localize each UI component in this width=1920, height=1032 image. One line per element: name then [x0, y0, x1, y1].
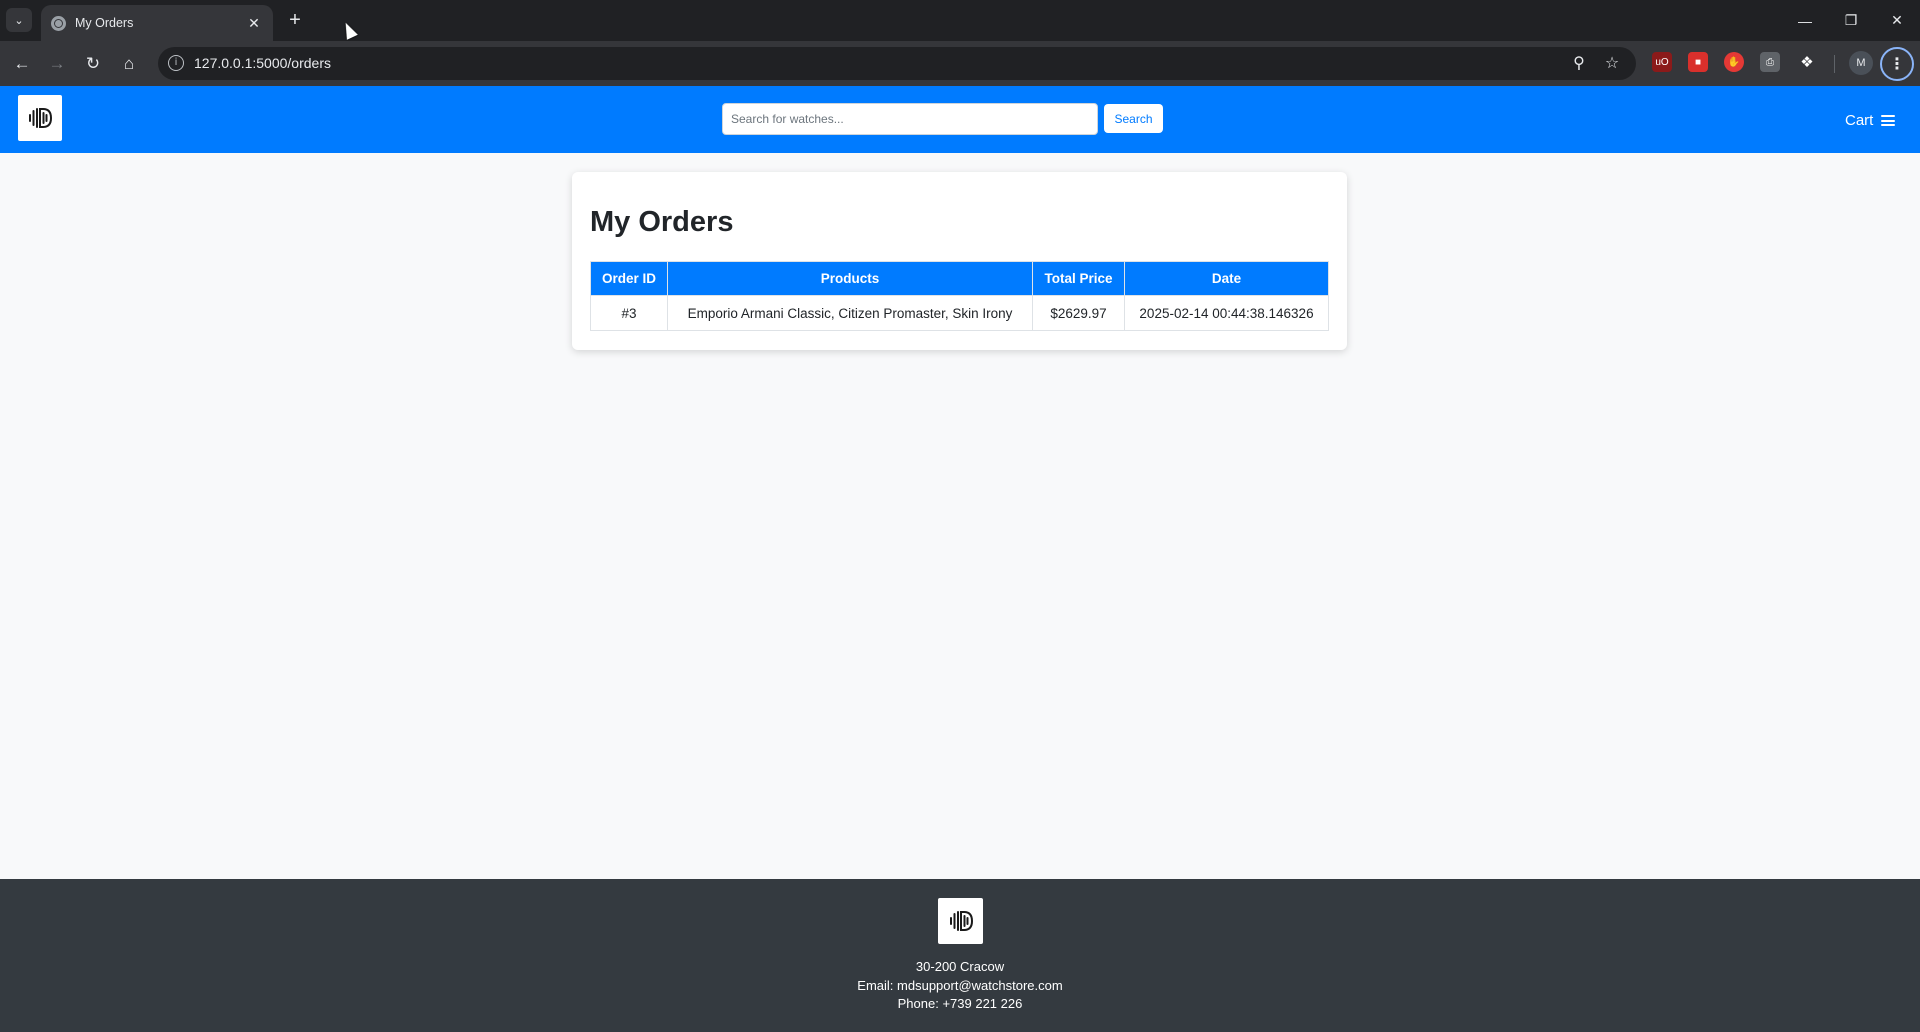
- table-header-row: Order ID Products Total Price Date: [590, 261, 1329, 296]
- footer-phone: Phone: +739 221 226: [897, 996, 1023, 1011]
- globe-icon: [51, 15, 66, 31]
- address-url[interactable]: 127.0.0.1:5000/orders: [194, 55, 331, 71]
- column-header-products: Products: [667, 261, 1033, 296]
- window-controls: — ❐ ✕: [1782, 0, 1920, 41]
- address-bar[interactable]: i 127.0.0.1:5000/orders ⚲ ☆: [158, 47, 1636, 80]
- footer-logo: [938, 898, 983, 944]
- site-footer: 30-200 Cracow Email: mdsupport@watchstor…: [0, 879, 1920, 1032]
- logo-mark-icon: [949, 911, 973, 931]
- reload-icon[interactable]: ↻: [78, 49, 108, 79]
- footer-address: 30-200 Cracow: [915, 959, 1005, 974]
- footer-contact: 30-200 Cracow Email: mdsupport@watchstor…: [0, 958, 1920, 1014]
- chevron-down-icon: ⌄: [14, 14, 24, 27]
- printer-extension-icon[interactable]: ⎙: [1760, 52, 1780, 72]
- browser-tab-active[interactable]: My Orders ✕: [41, 5, 273, 41]
- products-cell: Emporio Armani Classic, Citizen Promaste…: [667, 295, 1033, 331]
- site-info-icon[interactable]: i: [168, 55, 184, 71]
- toolbar-divider: [1834, 55, 1835, 73]
- profile-avatar[interactable]: M: [1849, 51, 1873, 75]
- puzzle-extensions-icon[interactable]: ❖: [1797, 52, 1817, 72]
- page-title: My Orders: [590, 206, 734, 238]
- tab-title: My Orders: [75, 16, 134, 30]
- tab-search-button[interactable]: ⌄: [6, 8, 32, 32]
- browser-menu-icon[interactable]: ⋮: [1880, 47, 1914, 81]
- ublock-extension-icon[interactable]: uO: [1652, 52, 1672, 72]
- home-icon[interactable]: ⌂: [114, 49, 144, 79]
- order-id-cell: #3: [590, 295, 668, 331]
- close-tab-icon[interactable]: ✕: [245, 15, 263, 32]
- new-tab-button[interactable]: +: [282, 8, 308, 32]
- close-window-icon[interactable]: ✕: [1874, 0, 1920, 41]
- column-header-date: Date: [1124, 261, 1329, 296]
- browser-toolbar: ← → ↻ ⌂ i 127.0.0.1:5000/orders ⚲ ☆ uO ■…: [0, 41, 1920, 86]
- orders-table: Order ID Products Total Price Date #3 Em…: [590, 261, 1329, 331]
- logo-mark-icon: [29, 108, 53, 128]
- cart-label: Cart: [1845, 112, 1874, 129]
- hamburger-menu-icon: [1881, 115, 1896, 126]
- back-arrow-icon[interactable]: ←: [7, 49, 37, 79]
- cart-menu-button[interactable]: Cart: [1845, 112, 1896, 129]
- site-logo[interactable]: [18, 95, 62, 141]
- column-header-total-price: Total Price: [1032, 261, 1125, 296]
- total-price-cell: $2629.97: [1032, 295, 1125, 331]
- search-input[interactable]: [722, 103, 1098, 135]
- column-header-order-id: Order ID: [590, 261, 668, 296]
- browser-tabstrip: ⌄ My Orders ✕ + — ❐ ✕: [0, 0, 1920, 41]
- bookmark-star-icon[interactable]: ☆: [1601, 53, 1623, 73]
- date-cell: 2025-02-14 00:44:38.146326: [1124, 295, 1329, 331]
- table-row: #3 Emporio Armani Classic, Citizen Proma…: [590, 295, 1329, 331]
- zoom-icon[interactable]: ⚲: [1568, 53, 1590, 73]
- site-header: Search Cart: [0, 86, 1920, 153]
- lock-extension-icon[interactable]: ■: [1688, 52, 1708, 72]
- orders-card: My Orders Order ID Products Total Price …: [572, 172, 1347, 350]
- mouse-cursor: [340, 20, 358, 40]
- hand-extension-icon[interactable]: ✋: [1724, 52, 1744, 72]
- search-button[interactable]: Search: [1104, 104, 1163, 133]
- footer-email: Email: mdsupport@watchstore.com: [857, 977, 1063, 993]
- minimize-icon[interactable]: —: [1782, 0, 1828, 41]
- forward-arrow-icon[interactable]: →: [42, 49, 72, 79]
- restore-icon[interactable]: ❐: [1828, 0, 1874, 41]
